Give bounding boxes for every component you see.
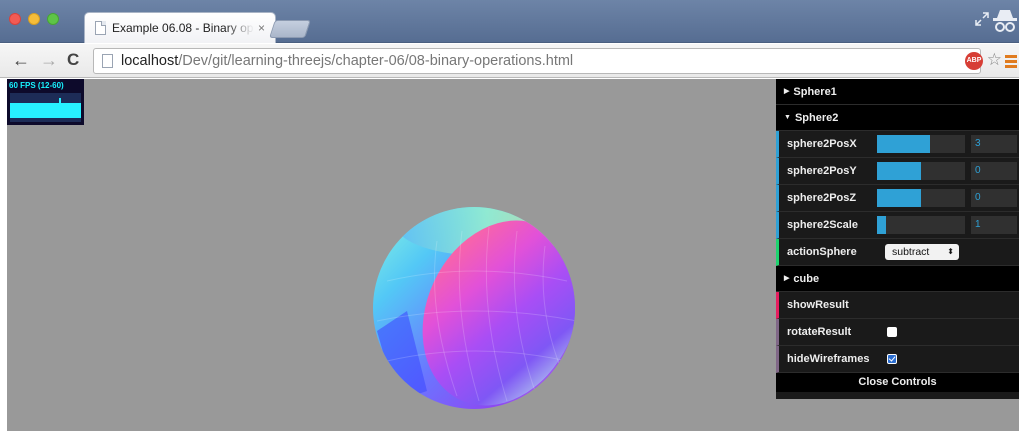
sphere2posx-input[interactable]: 3	[971, 135, 1017, 153]
adblock-icon[interactable]: ABP	[965, 52, 983, 70]
sphere2scale-slider[interactable]	[877, 216, 965, 234]
new-tab-button[interactable]	[269, 20, 311, 38]
window-minimize-button[interactable]	[28, 13, 40, 25]
title-bar: Example 06.08 - Binary operations ×	[0, 0, 1019, 43]
control-label: showResult	[787, 299, 849, 311]
control-label: rotateResult	[787, 326, 852, 338]
control-label: sphere2PosZ	[787, 192, 857, 204]
window-close-button[interactable]	[9, 13, 21, 25]
control-hidewireframes: hideWireframes	[776, 346, 1019, 373]
sphere2posz-slider[interactable]	[877, 189, 965, 207]
restore-window-icon[interactable]	[975, 12, 989, 26]
actionsphere-select[interactable]: subtract ⬍	[885, 244, 959, 260]
rotateresult-checkbox[interactable]	[887, 327, 897, 337]
tab-title: Example 06.08 - Binary operations	[112, 21, 254, 35]
collapsed-triangle-icon: ▶	[784, 275, 790, 283]
control-sphere2posx: sphere2PosX 3	[776, 131, 1019, 158]
folder-cube-label: cube	[793, 273, 820, 285]
actionsphere-value: subtract	[892, 246, 930, 258]
control-label: actionSphere	[787, 246, 857, 258]
control-label: sphere2PosY	[787, 165, 857, 177]
url-path: /Dev/git/learning-threejs/chapter-06/08-…	[178, 53, 574, 69]
control-sphere2posy: sphere2PosY 0	[776, 158, 1019, 185]
sphere2posz-input[interactable]: 0	[971, 189, 1017, 207]
folder-sphere2-label: Sphere2	[794, 112, 839, 124]
folder-sphere2[interactable]: ▼ Sphere2	[776, 105, 1019, 131]
sphere2scale-input[interactable]: 1	[971, 216, 1017, 234]
collapsed-triangle-icon: ▶	[784, 88, 790, 96]
control-rotateresult: rotateResult	[776, 319, 1019, 346]
browser-tab[interactable]: Example 06.08 - Binary operations ×	[84, 12, 276, 43]
control-sphere2scale: sphere2Scale 1	[776, 212, 1019, 239]
csg-sphere-render	[373, 207, 575, 409]
close-controls-button[interactable]: Close Controls	[776, 373, 1019, 392]
page-icon	[102, 54, 113, 68]
fps-stats-panel[interactable]: 60 FPS (12-60)	[7, 79, 84, 125]
expanded-triangle-icon: ▼	[784, 114, 791, 122]
chrome-menu-icon[interactable]	[1005, 55, 1017, 70]
reload-button[interactable]: C	[67, 49, 79, 71]
control-label: sphere2PosX	[787, 138, 857, 150]
window-maximize-button[interactable]	[47, 13, 59, 25]
url-text[interactable]: localhost/Dev/git/learning-threejs/chapt…	[121, 53, 573, 69]
back-button[interactable]: ←	[12, 49, 30, 71]
folder-cube[interactable]: ▶ cube	[776, 266, 1019, 292]
control-showresult[interactable]: showResult	[776, 292, 1019, 319]
fps-text: 60 FPS (12-60)	[9, 81, 64, 90]
dat-gui-panel: ▶ Sphere1 ▼ Sphere2 sphere2PosX 3 sphere2P…	[776, 79, 1019, 399]
hidewireframes-checkbox[interactable]	[887, 354, 897, 364]
address-bar[interactable]: localhost/Dev/git/learning-threejs/chapt…	[93, 48, 981, 74]
control-sphere2posz: sphere2PosZ 0	[776, 185, 1019, 212]
url-host: localhost	[121, 53, 179, 69]
sphere2posy-input[interactable]: 0	[971, 162, 1017, 180]
forward-button[interactable]: →	[40, 49, 58, 71]
tab-close-icon[interactable]: ×	[258, 21, 265, 35]
folder-sphere1[interactable]: ▶ Sphere1	[776, 79, 1019, 105]
page-icon	[95, 21, 106, 35]
select-arrows-icon: ⬍	[947, 247, 954, 256]
sphere2posy-slider[interactable]	[877, 162, 965, 180]
sphere2posx-slider[interactable]	[877, 135, 965, 153]
control-label: hideWireframes	[787, 353, 870, 365]
control-label: sphere2Scale	[787, 219, 858, 231]
control-actionsphere: actionSphere subtract ⬍	[776, 239, 1019, 266]
fps-graph	[10, 93, 81, 122]
bookmark-star-icon[interactable]: ☆	[987, 50, 1002, 70]
folder-sphere1-label: Sphere1	[793, 86, 837, 98]
incognito-icon	[993, 10, 1017, 32]
browser-toolbar: ← → C localhost/Dev/git/learning-threejs…	[0, 44, 1019, 78]
